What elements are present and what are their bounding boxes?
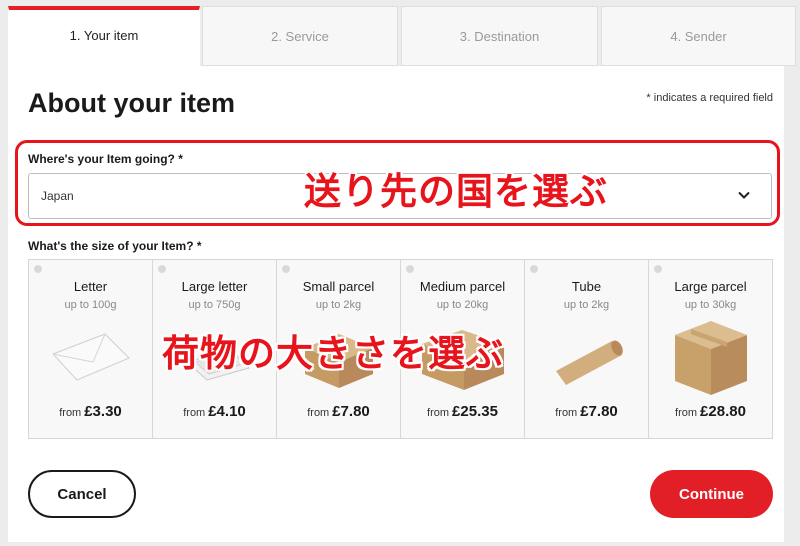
price-prefix: from xyxy=(427,407,450,419)
tab-sender[interactable]: 4. Sender xyxy=(601,6,796,66)
tab-label: 4. Sender xyxy=(670,28,727,44)
option-price: from £7.80 xyxy=(525,403,648,420)
price-prefix: from xyxy=(555,407,578,419)
size-option-large-parcel[interactable]: Large parcel up to 30kg from £28.80 xyxy=(648,259,773,439)
price-prefix: from xyxy=(183,407,206,419)
option-price: from £25.35 xyxy=(401,403,524,420)
size-option-tube[interactable]: Tube up to 2kg from £7.80 xyxy=(524,259,649,439)
tab-label: 1. Your item xyxy=(69,28,139,43)
continue-button[interactable]: Continue xyxy=(650,470,773,518)
option-name: Medium parcel xyxy=(419,279,506,294)
large-box-icon xyxy=(649,321,772,395)
annotation-destination: 送り先の国を選ぶ xyxy=(304,170,608,213)
radio-button[interactable] xyxy=(406,265,414,273)
radio-button[interactable] xyxy=(34,265,42,273)
required-field-note: * indicates a required field xyxy=(646,92,773,104)
tab-destination[interactable]: 3. Destination xyxy=(401,6,598,66)
annotation-size: 荷物の大きさを選ぶ xyxy=(162,332,504,375)
option-name: Large parcel xyxy=(674,279,747,294)
destination-label: Where's your Item going? * xyxy=(28,152,183,166)
tab-your-item[interactable]: 1. Your item xyxy=(8,6,200,72)
price-prefix: from xyxy=(675,407,698,419)
radio-button[interactable] xyxy=(654,265,662,273)
option-weight: up to 750g xyxy=(188,299,241,311)
radio-button[interactable] xyxy=(530,265,538,273)
option-weight: up to 100g xyxy=(64,299,117,311)
option-price: from £3.30 xyxy=(29,403,152,420)
price-value: £28.80 xyxy=(700,403,746,420)
chevron-down-icon xyxy=(737,188,751,205)
option-price: from £28.80 xyxy=(649,403,772,420)
price-prefix: from xyxy=(307,407,330,419)
price-value: £7.80 xyxy=(332,403,370,420)
option-price: from £7.80 xyxy=(277,403,400,420)
option-price: from £4.10 xyxy=(153,403,276,420)
cancel-button[interactable]: Cancel xyxy=(28,470,136,518)
option-name: Small parcel xyxy=(302,279,375,294)
size-label: What's the size of your Item? * xyxy=(28,239,202,253)
option-weight: up to 30kg xyxy=(684,299,737,311)
price-value: £4.10 xyxy=(208,403,246,420)
price-prefix: from xyxy=(59,407,82,419)
price-value: £25.35 xyxy=(452,403,498,420)
tube-icon xyxy=(525,322,648,392)
radio-button[interactable] xyxy=(282,265,290,273)
tab-label: 3. Destination xyxy=(459,28,540,44)
option-name: Large letter xyxy=(181,279,248,294)
price-value: £3.30 xyxy=(84,403,122,420)
envelope-icon xyxy=(29,322,152,392)
destination-value: Japan xyxy=(41,189,74,203)
page-title: About your item xyxy=(28,88,235,118)
tab-label: 2. Service xyxy=(271,28,329,44)
option-weight: up to 2kg xyxy=(563,299,610,311)
option-weight: up to 20kg xyxy=(436,299,489,311)
radio-button[interactable] xyxy=(158,265,166,273)
option-name: Letter xyxy=(73,279,108,294)
tab-service[interactable]: 2. Service xyxy=(202,6,398,66)
option-name: Tube xyxy=(571,279,602,294)
size-option-letter[interactable]: Letter up to 100g from £3.30 xyxy=(28,259,153,439)
price-value: £7.80 xyxy=(580,403,618,420)
option-weight: up to 2kg xyxy=(315,299,362,311)
